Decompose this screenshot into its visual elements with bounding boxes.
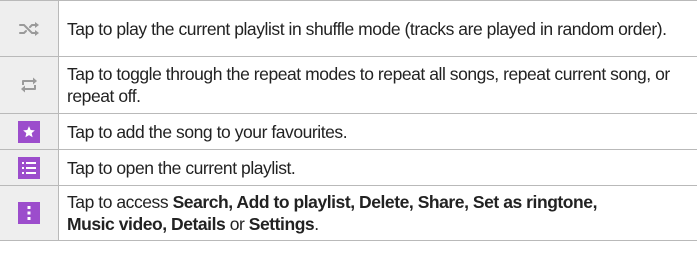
table-row-playlist: Tap to open the current playlist. bbox=[0, 150, 697, 186]
row-description: Tap to toggle through the repeat modes t… bbox=[67, 64, 670, 106]
playlist-icon bbox=[18, 156, 40, 179]
table-row-repeat: Tap to toggle through the repeat modes t… bbox=[0, 57, 697, 114]
table-row-shuffle: Tap to play the current playlist in shuf… bbox=[0, 0, 697, 57]
shuffle-icon bbox=[19, 21, 39, 36]
text-or: or bbox=[225, 214, 249, 234]
row-description: Tap to access Search, Add to playlist, D… bbox=[59, 186, 697, 240]
option-list-2: Music video, Details bbox=[67, 214, 226, 234]
table-row-favourite: Tap to add the song to your favourites. bbox=[0, 114, 697, 150]
option-list-1: Search, Add to playlist, Delete, Share, … bbox=[172, 192, 598, 212]
icon-cell bbox=[0, 1, 59, 56]
icon-cell bbox=[0, 114, 59, 149]
repeat-icon bbox=[21, 77, 37, 93]
icon-cell bbox=[0, 150, 59, 185]
row-description: Tap to add the song to your favourites. bbox=[67, 121, 348, 142]
more-options-icon bbox=[18, 202, 40, 224]
text-suffix: . bbox=[314, 214, 319, 234]
icon-cell bbox=[0, 57, 59, 113]
more-options-text: Tap to access Search, Add to playlist, D… bbox=[67, 191, 597, 235]
row-description: Tap to play the current playlist in shuf… bbox=[67, 18, 667, 39]
music-controls-table: Tap to play the current playlist in shuf… bbox=[0, 0, 697, 241]
option-settings: Settings bbox=[248, 214, 315, 234]
text-prefix: Tap to access bbox=[67, 192, 173, 212]
table-row-more-options: Tap to access Search, Add to playlist, D… bbox=[0, 186, 697, 241]
star-icon bbox=[18, 120, 40, 143]
row-description: Tap to open the current playlist. bbox=[67, 157, 296, 178]
icon-cell bbox=[0, 186, 59, 240]
